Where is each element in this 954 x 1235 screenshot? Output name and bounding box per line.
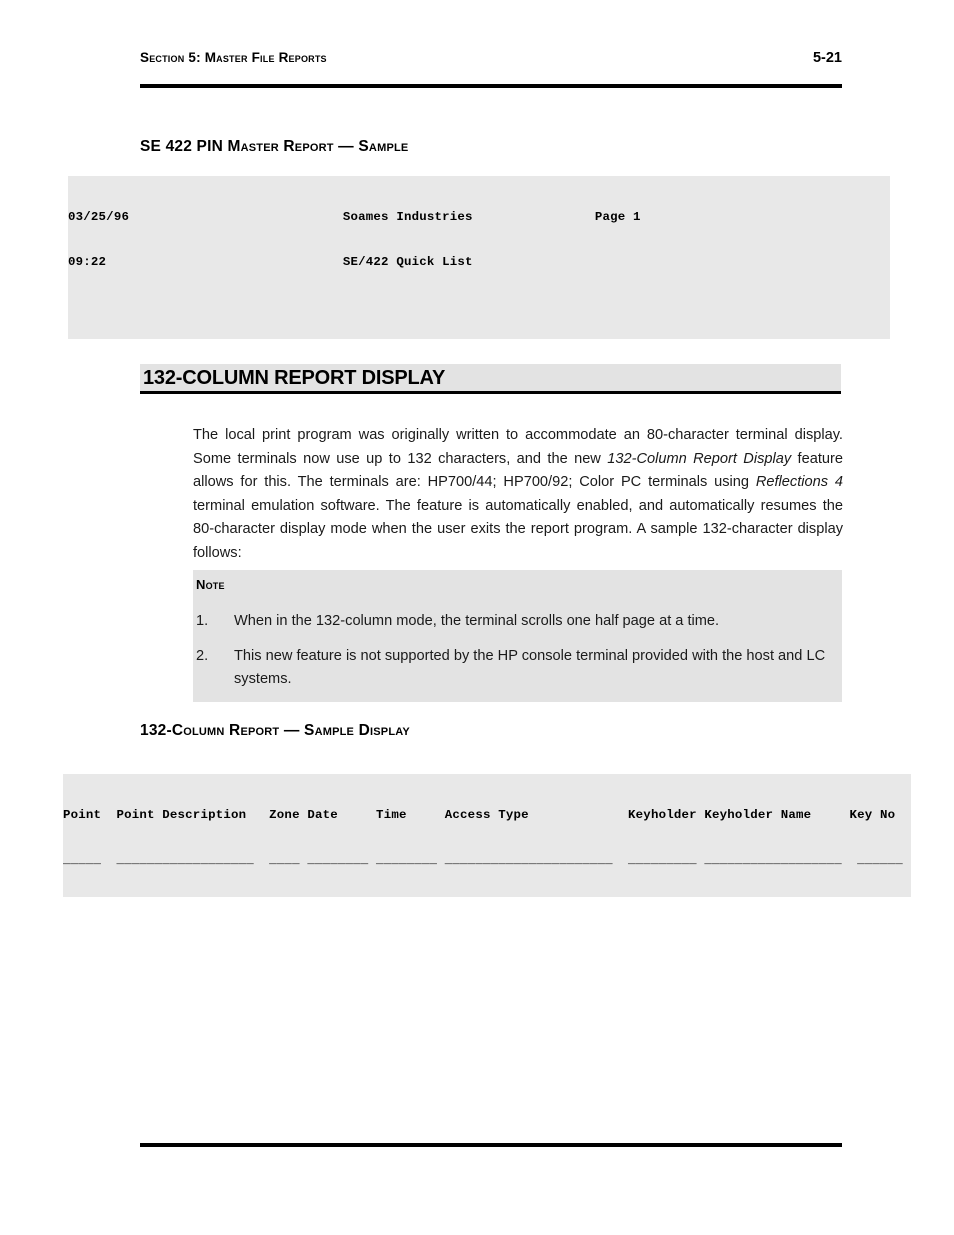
header-rule bbox=[140, 84, 842, 88]
note-label: Note bbox=[196, 577, 225, 592]
note-box: Note 1. When in the 132-column mode, the… bbox=[193, 570, 842, 702]
heading-132-column-sample-display: 132-Column Report — Sample Display bbox=[140, 722, 410, 739]
list-item-number: 1. bbox=[196, 613, 209, 629]
section-banner-label: 132-COLUMN REPORT DISPLAY bbox=[143, 367, 446, 389]
list-item: 2. This new feature is not supported by … bbox=[196, 645, 840, 692]
page-number: 5-21 bbox=[812, 50, 842, 66]
heading-se422-sample: SE 422 PIN Master Report — Sample bbox=[140, 138, 409, 155]
report-header-rule: _____ __________________ ____ ________ _… bbox=[63, 853, 903, 867]
report-meta-line-1: 03/25/96 Soames Industries Page 1 bbox=[68, 210, 641, 224]
list-item-number: 2. bbox=[196, 647, 209, 664]
report-132-column-sample: Point Point Description Zone Date Time A… bbox=[63, 774, 911, 897]
footer-rule bbox=[140, 1143, 842, 1147]
report-spacer bbox=[68, 300, 890, 315]
paragraph-italic-software-name: Reflections 4 bbox=[755, 474, 843, 491]
report-se422-quick-list: 03/25/96 Soames Industries Page 1 09:22 … bbox=[68, 176, 890, 339]
paragraph-text-part-3: terminal emulation software. The feature… bbox=[193, 497, 843, 561]
list-item-text: This new feature is not supported by the… bbox=[234, 647, 826, 688]
report-meta-line-2: 09:22 SE/422 Quick List bbox=[68, 255, 473, 269]
document-page: Section 5: Master File Reports 5-21 SE 4… bbox=[0, 0, 954, 1235]
running-head-section-title: Section 5: Master File Reports bbox=[140, 50, 327, 65]
note-list: 1. When in the 132-column mode, the term… bbox=[196, 610, 840, 703]
body-paragraph: The local print program was originally w… bbox=[193, 424, 843, 566]
paragraph-italic-feature-name: 132-Column Report Display bbox=[607, 450, 792, 467]
running-head: Section 5: Master File Reports 5-21 bbox=[140, 50, 842, 66]
report-column-headers: Point Point Description Zone Date Time A… bbox=[63, 808, 896, 822]
list-item-text: When in the 132-column mode, the termina… bbox=[234, 613, 720, 629]
list-item: 1. When in the 132-column mode, the term… bbox=[196, 610, 840, 634]
section-banner-132-column-report-display: 132-COLUMN REPORT DISPLAY bbox=[140, 364, 841, 394]
